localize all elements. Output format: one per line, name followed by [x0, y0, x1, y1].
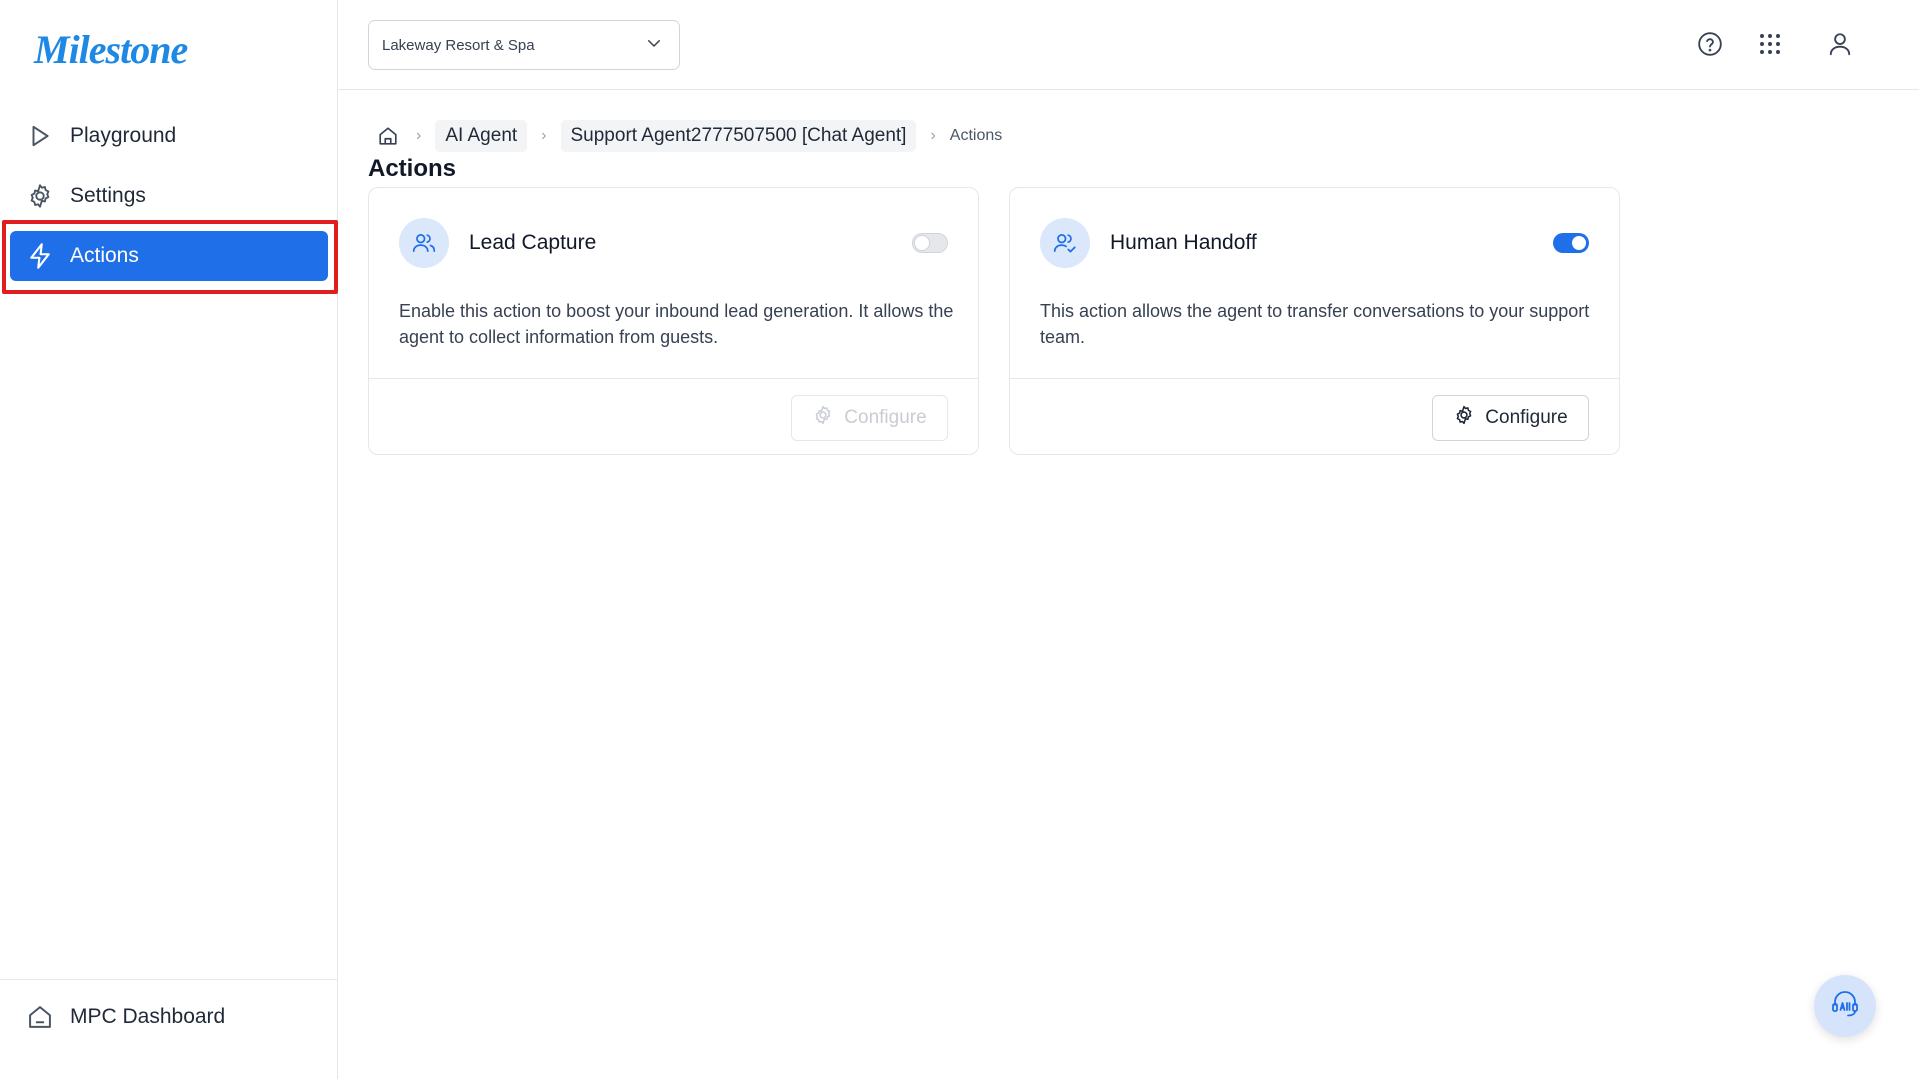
- breadcrumb-separator: ›: [416, 127, 422, 144]
- brand-logo[interactable]: Milestone: [34, 26, 188, 73]
- chevron-down-icon: [645, 34, 663, 56]
- sidebar: Milestone Playground Settings Actions MP…: [0, 0, 338, 1079]
- sidebar-item-label: Settings: [70, 184, 146, 207]
- top-bar: Lakeway Resort & Spa: [338, 0, 1919, 90]
- gear-icon: [1453, 404, 1475, 432]
- user-icon[interactable]: [1826, 30, 1854, 58]
- configure-label: Configure: [844, 407, 927, 428]
- ai-headset-icon: [1829, 988, 1861, 1025]
- configure-label: Configure: [1485, 407, 1568, 428]
- card-title: Lead Capture: [469, 231, 597, 254]
- breadcrumb-current: Actions: [949, 127, 1003, 144]
- breadcrumb-separator: ›: [541, 127, 547, 144]
- human-handoff-configure-button[interactable]: Configure: [1432, 395, 1589, 441]
- apps-grid-icon[interactable]: [1756, 30, 1784, 58]
- breadcrumb-home-icon[interactable]: [374, 122, 402, 150]
- property-selector-value: Lakeway Resort & Spa: [382, 36, 535, 54]
- card-footer: Configure: [1010, 378, 1619, 455]
- sidebar-footer: MPC Dashboard: [0, 979, 338, 1079]
- breadcrumb: › AI Agent › Support Agent2777507500 [Ch…: [368, 120, 1002, 152]
- card-description: Enable this action to boost your inbound…: [399, 301, 954, 347]
- lightning-icon: [26, 242, 54, 270]
- sidebar-item-playground[interactable]: Playground: [10, 111, 328, 161]
- property-selector[interactable]: Lakeway Resort & Spa: [368, 20, 680, 70]
- users-icon: [399, 218, 449, 268]
- breadcrumb-agent[interactable]: Support Agent2777507500 [Chat Agent]: [560, 120, 917, 152]
- card-description: This action allows the agent to transfer…: [1040, 301, 1590, 347]
- sidebar-item-actions[interactable]: Actions: [10, 231, 328, 281]
- home-icon: [26, 1003, 54, 1031]
- user-check-icon: [1040, 218, 1090, 268]
- breadcrumb-ai-agent[interactable]: AI Agent: [435, 120, 528, 152]
- toggle-knob: [1572, 236, 1586, 250]
- lead-capture-toggle[interactable]: [912, 233, 948, 253]
- toggle-knob: [915, 236, 929, 250]
- card-footer: Configure: [369, 378, 978, 455]
- breadcrumb-separator: ›: [930, 127, 936, 144]
- sidebar-item-label: Actions: [70, 244, 139, 267]
- app-root: Milestone Playground Settings Actions MP…: [0, 0, 1919, 1079]
- card-title: Human Handoff: [1110, 231, 1257, 254]
- sidebar-item-label: MPC Dashboard: [70, 1005, 226, 1028]
- lead-capture-configure-button[interactable]: Configure: [791, 395, 948, 441]
- sidebar-item-mpc-dashboard[interactable]: MPC Dashboard: [10, 992, 328, 1042]
- human-handoff-toggle[interactable]: [1553, 233, 1589, 253]
- action-card-lead-capture: Lead Capture Enable this action to boost…: [368, 187, 979, 455]
- sidebar-item-label: Playground: [70, 124, 177, 147]
- play-icon: [26, 122, 54, 150]
- ai-chat-button[interactable]: [1814, 975, 1876, 1037]
- action-card-human-handoff: Human Handoff This action allows the age…: [1009, 187, 1620, 455]
- gear-icon: [26, 182, 54, 210]
- page-title: Actions: [368, 155, 457, 182]
- gear-icon: [812, 404, 834, 432]
- help-icon[interactable]: [1696, 30, 1724, 58]
- sidebar-item-settings[interactable]: Settings: [10, 171, 328, 221]
